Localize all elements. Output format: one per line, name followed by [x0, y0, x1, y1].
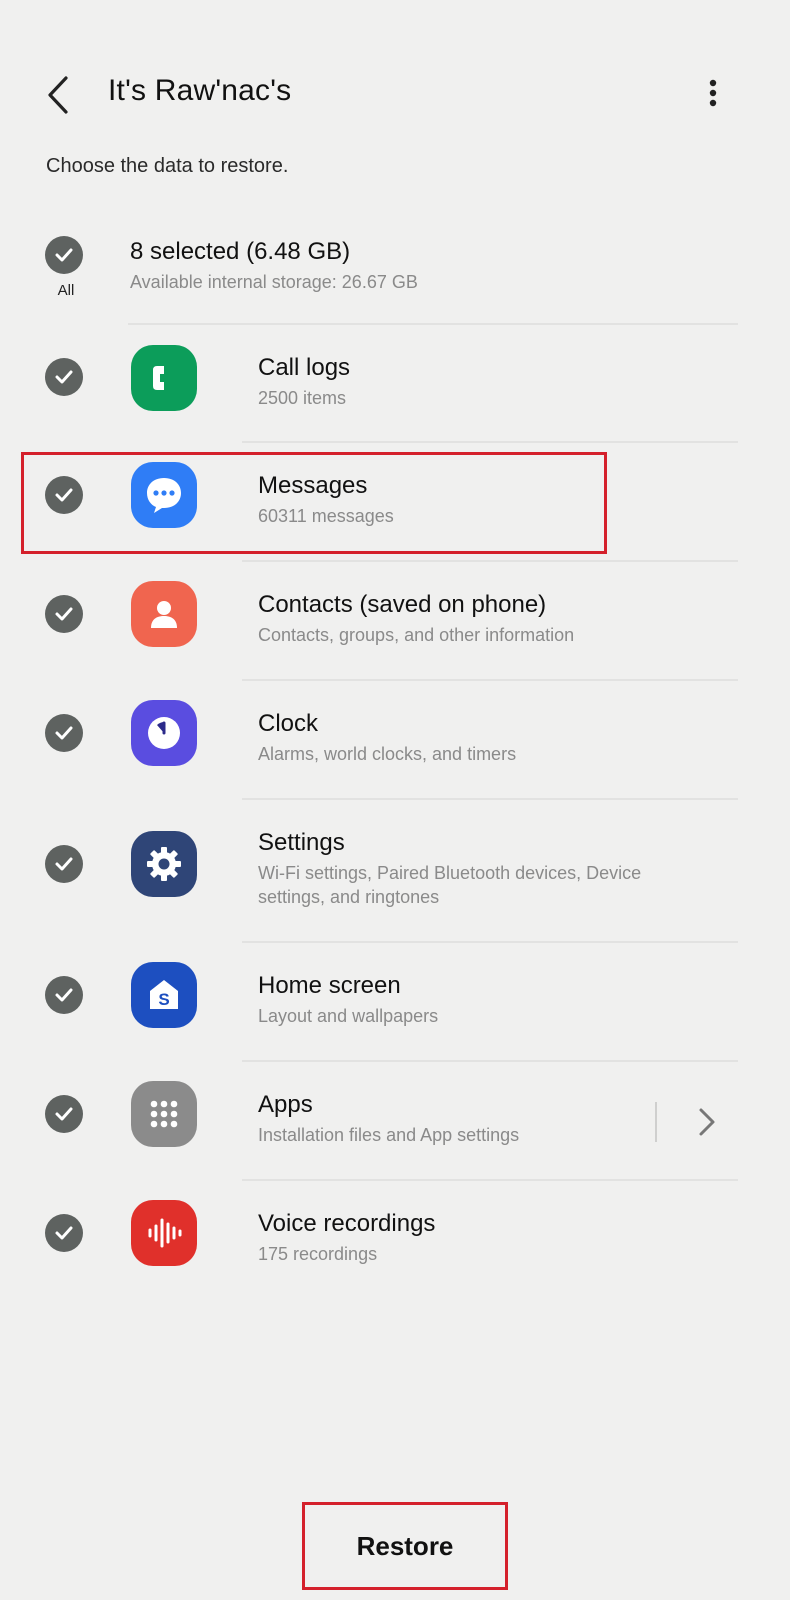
back-button[interactable]: [38, 68, 82, 122]
list-item-settings[interactable]: Settings Wi-Fi settings, Paired Bluetoot…: [0, 805, 790, 940]
person-icon: [131, 581, 197, 647]
checkmark-icon: [55, 988, 73, 1002]
item-title: Call logs: [258, 354, 351, 381]
item-subtitle: Wi-Fi settings, Paired Bluetooth devices…: [258, 863, 642, 907]
divider: [242, 560, 738, 562]
item-subtitle: Contacts, groups, and other information: [258, 625, 575, 645]
checkmark-icon: [55, 1107, 73, 1121]
item-checkbox[interactable]: [45, 358, 83, 396]
item-title: Apps: [258, 1091, 313, 1118]
top-app-bar: It's Raw'nac's: [0, 50, 790, 140]
chevron-right-icon: [699, 1108, 715, 1136]
select-all-checkbox[interactable]: [45, 236, 83, 274]
home-s-icon: S: [131, 962, 197, 1028]
highlight-box-restore: [302, 1502, 508, 1590]
item-title: Settings: [258, 829, 345, 856]
back-arrow-icon: [48, 76, 68, 114]
item-checkbox[interactable]: [45, 714, 83, 752]
item-checkbox[interactable]: [45, 595, 83, 633]
list-item-call-logs[interactable]: Call logs 2500 items: [0, 330, 790, 440]
waveform-icon: [131, 1200, 197, 1266]
item-subtitle: Layout and wallpapers: [258, 1006, 439, 1026]
select-all-row[interactable]: All 8 selected (6.48 GB) Available inter…: [0, 230, 790, 310]
list-item-home-screen[interactable]: S Home screen Layout and wallpapers: [0, 948, 790, 1058]
divider: [128, 323, 738, 325]
list-item-apps[interactable]: Apps Installation files and App settings: [0, 1067, 790, 1177]
more-vert-icon: [709, 79, 717, 107]
item-title: Voice recordings: [258, 1210, 436, 1237]
list-item-voice-recordings[interactable]: Voice recordings 175 recordings: [0, 1186, 790, 1296]
gear-icon: [131, 831, 197, 897]
phone-icon: [131, 345, 197, 411]
item-checkbox[interactable]: [45, 845, 83, 883]
item-subtitle: Alarms, world clocks, and timers: [258, 744, 517, 764]
apps-expand-button[interactable]: [692, 1104, 722, 1140]
checkmark-icon: [55, 607, 73, 621]
page-title: It's Raw'nac's: [108, 74, 292, 107]
list-item-contacts[interactable]: Contacts (saved on phone) Contacts, grou…: [0, 567, 790, 677]
item-title: Home screen: [258, 972, 401, 999]
item-checkbox[interactable]: [45, 1095, 83, 1133]
checkmark-icon: [55, 1226, 73, 1240]
item-title: Clock: [258, 710, 319, 737]
divider: [242, 679, 738, 681]
item-checkbox[interactable]: [45, 976, 83, 1014]
checkmark-icon: [55, 370, 73, 384]
item-checkbox[interactable]: [45, 1214, 83, 1252]
more-options-button[interactable]: [700, 72, 730, 122]
divider: [242, 1060, 738, 1062]
item-subtitle: 175 recordings: [258, 1244, 378, 1264]
checkmark-icon: [55, 248, 73, 262]
item-title: Contacts (saved on phone): [258, 591, 547, 618]
highlight-box-messages: [21, 452, 607, 554]
item-subtitle: Installation files and App settings: [258, 1125, 520, 1145]
grid-icon: [131, 1081, 197, 1147]
divider: [242, 941, 738, 943]
list-item-clock[interactable]: Clock Alarms, world clocks, and timers: [0, 686, 790, 796]
divider: [242, 1179, 738, 1181]
checkmark-icon: [55, 857, 73, 871]
select-all-label: All: [57, 282, 75, 299]
clock-icon: [131, 700, 197, 766]
divider: [655, 1102, 657, 1142]
checkmark-icon: [55, 726, 73, 740]
instruction-text: Choose the data to restore.: [46, 155, 289, 177]
divider: [242, 441, 738, 443]
divider: [242, 798, 738, 800]
selected-summary: 8 selected (6.48 GB): [130, 238, 351, 265]
item-subtitle: 2500 items: [258, 388, 347, 408]
storage-info: Available internal storage: 26.67 GB: [130, 272, 418, 292]
svg-text:S: S: [158, 990, 169, 1009]
